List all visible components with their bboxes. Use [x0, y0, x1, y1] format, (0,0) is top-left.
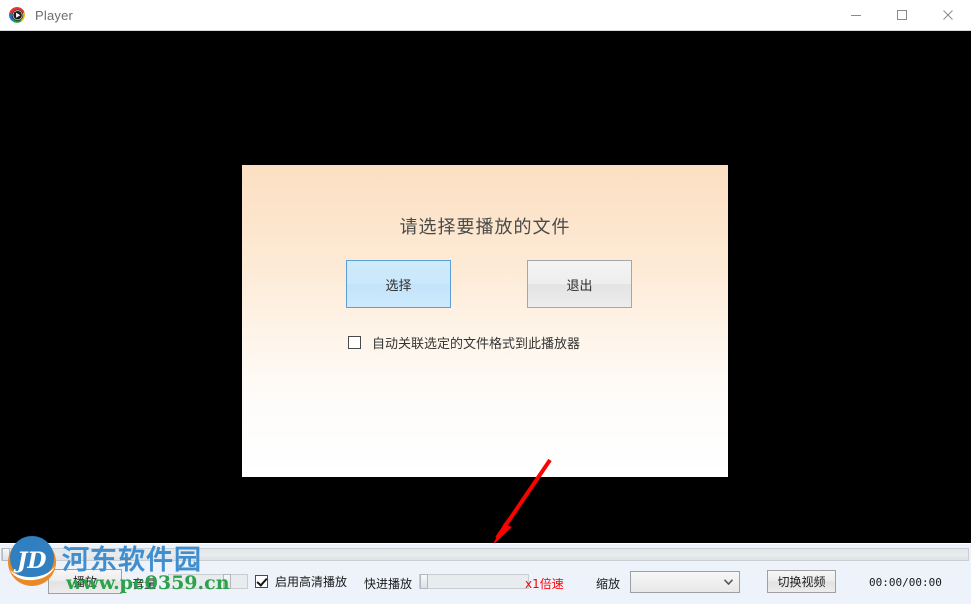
time-display: 00:00/00:00 — [869, 576, 942, 589]
seek-slider[interactable] — [1, 548, 969, 561]
play-button[interactable]: 播放 — [48, 569, 122, 594]
close-icon — [943, 9, 953, 20]
minimize-icon — [851, 14, 861, 16]
player-window: Player 请选择要播放的文件 选择 退出 自动关联选定的文件格式到此播放器 … — [0, 0, 971, 604]
select-file-button[interactable]: 选择 — [346, 260, 451, 308]
video-stage[interactable]: 请选择要播放的文件 选择 退出 自动关联选定的文件格式到此播放器 — [0, 31, 971, 543]
close-button[interactable] — [925, 0, 971, 30]
dialog-title: 请选择要播放的文件 — [399, 217, 571, 238]
maximize-button[interactable] — [879, 0, 925, 30]
volume-slider[interactable] — [168, 574, 248, 589]
switch-video-button[interactable]: 切换视频 — [767, 570, 836, 593]
window-controls — [833, 0, 971, 31]
player-controls-bar: 播放 音量 启用高清播放 快进播放 x1倍速 缩放 切换视频 00:00/00:… — [0, 543, 971, 604]
hd-playback-checkbox-row[interactable]: 启用高清播放 — [255, 573, 347, 590]
seek-slider-thumb[interactable] — [2, 548, 10, 561]
zoom-select[interactable] — [630, 571, 740, 593]
associate-format-checkbox[interactable] — [348, 336, 361, 349]
switch-video-button-label: 切换视频 — [777, 575, 826, 589]
title-bar: Player — [0, 0, 971, 31]
minimize-button[interactable] — [833, 0, 879, 30]
window-title: Player — [35, 7, 74, 23]
hd-playback-checkbox[interactable] — [255, 575, 268, 588]
fast-forward-slider[interactable] — [419, 574, 529, 589]
volume-slider-thumb[interactable] — [223, 574, 231, 589]
chevron-down-icon — [724, 579, 733, 585]
exit-button-label: 退出 — [566, 278, 593, 294]
fast-forward-label: 快进播放 — [364, 577, 413, 591]
open-file-dialog: 请选择要播放的文件 选择 退出 自动关联选定的文件格式到此播放器 — [242, 165, 728, 477]
maximize-icon — [897, 9, 907, 20]
volume-label: 音量 — [132, 577, 157, 591]
zoom-label: 缩放 — [596, 577, 621, 591]
associate-format-checkbox-row[interactable]: 自动关联选定的文件格式到此播放器 — [348, 333, 580, 352]
controls-row: 播放 音量 启用高清播放 快进播放 x1倍速 缩放 切换视频 00:00/00:… — [0, 563, 971, 604]
fast-forward-slider-thumb[interactable] — [420, 574, 428, 589]
hd-playback-label: 启用高清播放 — [275, 575, 348, 589]
player-disc-icon — [8, 6, 26, 24]
playback-speed-label: x1倍速 — [525, 577, 564, 591]
play-button-label: 播放 — [72, 575, 97, 589]
select-file-button-label: 选择 — [385, 278, 412, 294]
exit-button[interactable]: 退出 — [527, 260, 632, 308]
associate-format-label: 自动关联选定的文件格式到此播放器 — [372, 337, 581, 352]
